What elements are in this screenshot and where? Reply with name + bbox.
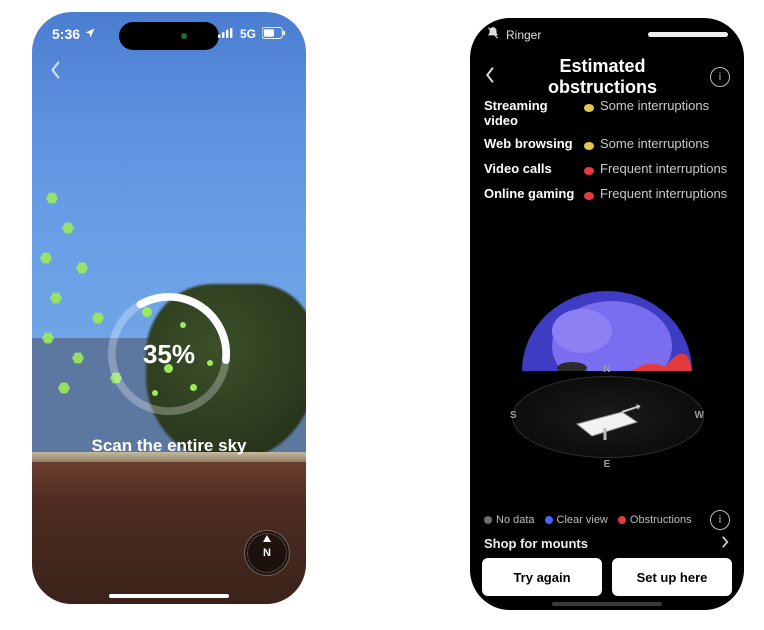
- phone-sky-scan: 5:36 5G 35% Scan the entire sky: [32, 12, 306, 604]
- page-title: Estimated obstructions: [505, 56, 700, 98]
- location-icon: [84, 26, 96, 42]
- metric-row: Video calls Frequent interruptions: [484, 157, 730, 182]
- satellite-marker: [50, 292, 62, 304]
- sky-dome-visualization: N E S W: [470, 276, 744, 466]
- compass-plate: N E S W: [512, 366, 702, 466]
- metric-label: Web browsing: [484, 136, 584, 151]
- status-dot: [584, 104, 594, 112]
- ringer-icon: [486, 26, 500, 43]
- compass-widget: N: [244, 530, 290, 576]
- status-dot: [584, 167, 594, 175]
- status-bar: 5:36 5G: [32, 26, 306, 42]
- metric-label: Video calls: [484, 161, 584, 176]
- set-up-here-button[interactable]: Set up here: [612, 558, 732, 596]
- metric-value: Frequent interruptions: [600, 161, 730, 178]
- info-button[interactable]: i: [710, 67, 730, 87]
- scan-progress-value: 35%: [103, 288, 235, 420]
- satellite-marker: [62, 222, 74, 234]
- satellite-marker: [46, 192, 58, 204]
- metric-row: Streaming video Some interruptions: [484, 94, 730, 132]
- chevron-right-icon: [720, 535, 730, 552]
- metric-row: Web browsing Some interruptions: [484, 132, 730, 157]
- metric-row: Online gaming Frequent interruptions: [484, 182, 730, 207]
- shop-mounts-row[interactable]: Shop for mounts: [484, 535, 730, 552]
- compass-w: W: [695, 410, 704, 421]
- legend-info-button[interactable]: i: [710, 510, 730, 530]
- phone-obstruction-results: Ringer Estimated obstructions i Streamin…: [470, 18, 744, 610]
- metric-label: Streaming video: [484, 98, 584, 128]
- set-up-here-label: Set up here: [637, 570, 708, 585]
- try-again-label: Try again: [513, 570, 570, 585]
- signal-icon: [218, 27, 234, 41]
- back-button[interactable]: [48, 60, 62, 85]
- satellite-marker: [76, 262, 88, 274]
- status-bar: Ringer: [470, 26, 744, 43]
- metric-value: Some interruptions: [600, 136, 730, 153]
- legend-swatch: [618, 516, 626, 524]
- compass-n: N: [603, 364, 610, 375]
- back-button[interactable]: [484, 66, 495, 89]
- legend: No data Clear view Obstructions i: [484, 510, 730, 530]
- compass-needle-icon: [263, 535, 271, 542]
- battery-icon: [262, 27, 286, 42]
- satellite-marker: [40, 252, 52, 264]
- legend-swatch: [484, 516, 492, 524]
- shop-mounts-label: Shop for mounts: [484, 536, 588, 551]
- volume-indicator: [648, 32, 728, 37]
- scan-instruction: Scan the entire sky: [32, 436, 306, 456]
- home-indicator[interactable]: [552, 602, 662, 606]
- legend-label: Obstructions: [630, 514, 692, 526]
- metric-value: Some interruptions: [600, 98, 730, 115]
- ringer-label: Ringer: [506, 28, 541, 42]
- status-dot: [584, 192, 594, 200]
- compass-e: E: [604, 459, 611, 470]
- home-indicator[interactable]: [109, 594, 229, 598]
- status-dot: [584, 142, 594, 150]
- metric-label: Online gaming: [484, 186, 584, 201]
- obstruction-metrics: Streaming video Some interruptions Web b…: [484, 94, 730, 207]
- legend-label: Clear view: [557, 514, 608, 526]
- scan-progress-ring: 35%: [103, 288, 235, 420]
- dish-icon: [572, 404, 642, 444]
- network-label: 5G: [240, 27, 256, 41]
- legend-swatch: [545, 516, 553, 524]
- metric-value: Frequent interruptions: [600, 186, 730, 203]
- try-again-button[interactable]: Try again: [482, 558, 602, 596]
- legend-label: No data: [496, 514, 535, 526]
- status-time: 5:36: [52, 26, 80, 42]
- compass-s: S: [510, 410, 517, 421]
- dome-icon: [512, 276, 702, 376]
